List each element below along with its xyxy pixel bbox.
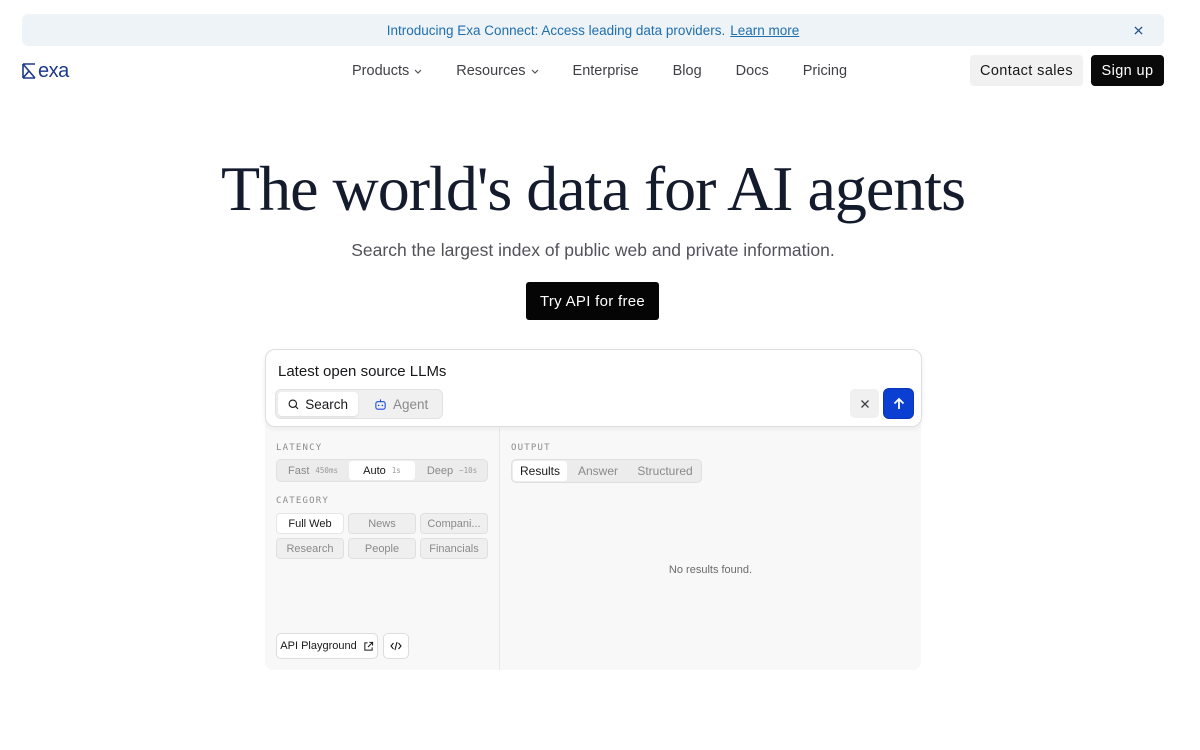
nav-products-label: Products [352,63,410,79]
search-input[interactable] [278,360,838,382]
latency-selector: Fast 450ms Auto 1s Deep ~10s [276,459,488,482]
close-icon [860,399,869,408]
category-news[interactable]: News [348,513,416,534]
nav-enterprise-label: Enterprise [572,63,639,79]
tab-answer[interactable]: Answer [570,461,626,481]
latency-fast-option[interactable]: Fast 450ms [278,461,348,480]
output-label: OUTPUT [511,443,551,453]
nav-pricing-label: Pricing [802,63,848,79]
mode-agent-button[interactable]: Agent [364,392,440,416]
robot-icon [375,398,386,410]
main-nav: Products Resources Enterprise Blog Docs … [352,58,881,84]
category-people[interactable]: People [348,538,416,559]
hero-title: The world's data for AI agents [221,153,966,224]
logo-wordmark: exa [38,59,69,82]
nav-resources-label: Resources [456,63,526,79]
latency-auto-label: Auto [363,464,386,477]
chevron-down-icon [414,69,422,74]
latency-fast-label: Fast [288,464,310,477]
latency-fast-time: 450ms [315,466,338,475]
mode-agent-label: Agent [393,396,429,412]
latency-deep-time: ~10s [459,466,478,475]
arrow-up-icon [893,397,904,409]
empty-results-text: No results found. [668,564,753,576]
clear-query-button[interactable] [850,389,879,418]
banner-text: Introducing Exa Connect: Access leading … [386,22,726,38]
nav-products[interactable]: Products [352,63,422,79]
category-research[interactable]: Research [276,538,344,559]
close-icon[interactable] [1130,22,1146,38]
try-api-button[interactable]: Try API for free [526,282,659,320]
external-link-icon [364,641,373,651]
submit-search-button[interactable] [883,388,914,419]
nav-blog-label: Blog [672,63,702,79]
sign-up-button[interactable]: Sign up [1091,55,1164,86]
category-companies[interactable]: Compani... [420,513,488,534]
latency-deep-option[interactable]: Deep ~10s [417,461,487,480]
category-financials[interactable]: Financials [420,538,488,559]
contact-sales-button[interactable]: Contact sales [970,55,1083,86]
demo-divider [499,428,500,670]
tab-structured[interactable]: Structured [630,461,700,481]
hero-subtitle: Search the largest index of public web a… [351,240,835,260]
nav-docs-label: Docs [735,63,769,79]
nav-docs[interactable]: Docs [736,63,769,79]
category-label: CATEGORY [276,496,329,506]
latency-label: LATENCY [276,443,323,453]
category-full-web[interactable]: Full Web [276,513,344,534]
mode-search-label: Search [305,396,348,412]
api-playground-label: API Playground [280,640,357,652]
tab-results[interactable]: Results [513,461,567,481]
latency-deep-label: Deep [426,464,454,477]
latency-auto-time: 1s [391,466,401,475]
nav-blog[interactable]: Blog [673,63,702,79]
api-playground-button[interactable]: API Playground [276,633,378,659]
search-icon [288,398,299,409]
chevron-down-icon [531,69,538,74]
search-box: Search Agent [265,349,922,427]
announcement-banner: Introducing Exa Connect: Access leading … [22,14,1164,46]
latency-auto-option[interactable]: Auto 1s [349,461,415,480]
nav-pricing[interactable]: Pricing [803,63,847,79]
output-tabs: Results Answer Structured [511,459,702,483]
nav-enterprise[interactable]: Enterprise [573,63,639,79]
learn-more-link[interactable]: Learn more [730,23,799,38]
exa-logo-icon [22,63,36,79]
mode-toggle: Search Agent [275,389,443,419]
view-code-button[interactable] [383,633,409,659]
exa-logo[interactable]: exa [22,60,69,82]
code-icon [390,641,402,651]
mode-search-button[interactable]: Search [278,392,358,416]
nav-resources[interactable]: Resources [456,63,538,79]
